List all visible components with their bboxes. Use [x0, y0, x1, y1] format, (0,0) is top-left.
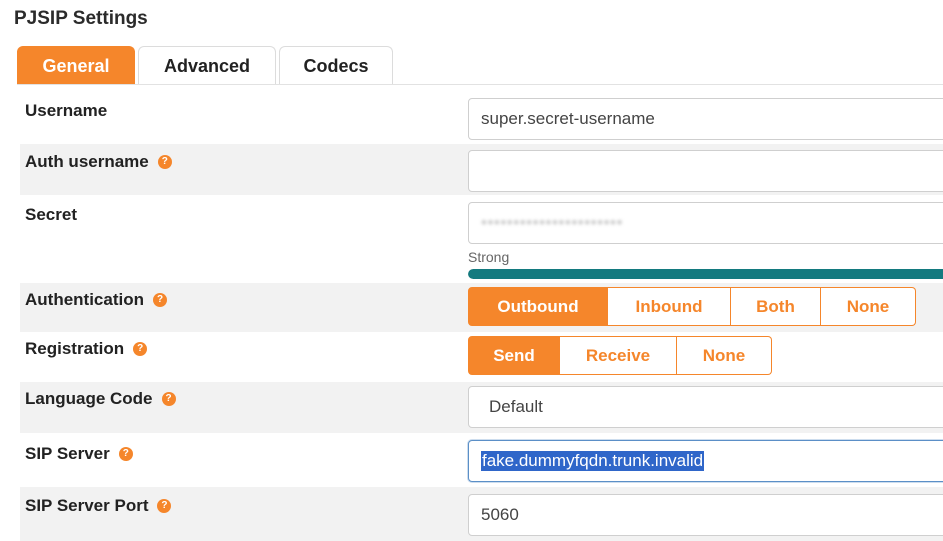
sip-server-port-value: 5060 [481, 505, 519, 524]
sip-server-input[interactable]: fake.dummyfqdn.trunk.invalid [468, 440, 943, 482]
secret-value: •••••••••••••••••••••• [481, 213, 623, 232]
language-code-select[interactable]: Default [468, 386, 943, 428]
question-circle-icon[interactable]: ? [157, 499, 172, 513]
question-circle-icon[interactable]: ? [118, 447, 133, 461]
language-code-label: Language Code [25, 389, 153, 408]
sip-server-port-input[interactable]: 5060 [468, 494, 943, 536]
tab-advanced[interactable]: Advanced [138, 46, 276, 85]
password-strength-bar [468, 269, 943, 279]
secret-input[interactable]: •••••••••••••••••••••• [468, 202, 943, 244]
username-value: super.secret-username [481, 109, 655, 128]
authentication-outbound-button[interactable]: Outbound [468, 287, 608, 326]
language-code-value: Default [489, 397, 543, 416]
registration-label: Registration [25, 339, 125, 358]
sip-server-value: fake.dummyfqdn.trunk.invalid [481, 451, 705, 471]
page-title: PJSIP Settings [14, 8, 148, 29]
question-circle-icon[interactable]: ? [153, 293, 167, 307]
secret-label: Secret [25, 205, 77, 224]
sip-server-port-label: SIP Server Port [25, 496, 149, 515]
registration-none-button[interactable]: None [677, 336, 772, 375]
sip-server-label: SIP Server [25, 444, 110, 463]
auth-username-input[interactable] [468, 150, 943, 192]
registration-receive-button[interactable]: Receive [560, 336, 677, 375]
authentication-button-group: Outbound Inbound Both None [468, 287, 916, 326]
tab-divider [17, 84, 943, 85]
password-strength-label: Strong [468, 249, 510, 265]
registration-send-button[interactable]: Send [468, 336, 560, 375]
password-strength-fill [468, 269, 943, 279]
tab-codecs[interactable]: Codecs [279, 46, 393, 85]
tab-bar: General Advanced Codecs [17, 46, 396, 85]
authentication-inbound-button[interactable]: Inbound [608, 287, 731, 326]
authentication-label: Authentication [25, 290, 144, 309]
authentication-both-button[interactable]: Both [731, 287, 821, 326]
registration-button-group: Send Receive None [468, 336, 772, 375]
username-input[interactable]: super.secret-username [468, 98, 943, 140]
auth-username-label: Auth username [25, 152, 149, 171]
tab-general[interactable]: General [17, 46, 135, 85]
question-circle-icon[interactable]: ? [157, 155, 172, 169]
authentication-none-button[interactable]: None [821, 287, 916, 326]
question-circle-icon[interactable]: ? [133, 342, 148, 356]
username-label: Username [25, 101, 108, 120]
question-circle-icon[interactable]: ? [161, 392, 176, 406]
